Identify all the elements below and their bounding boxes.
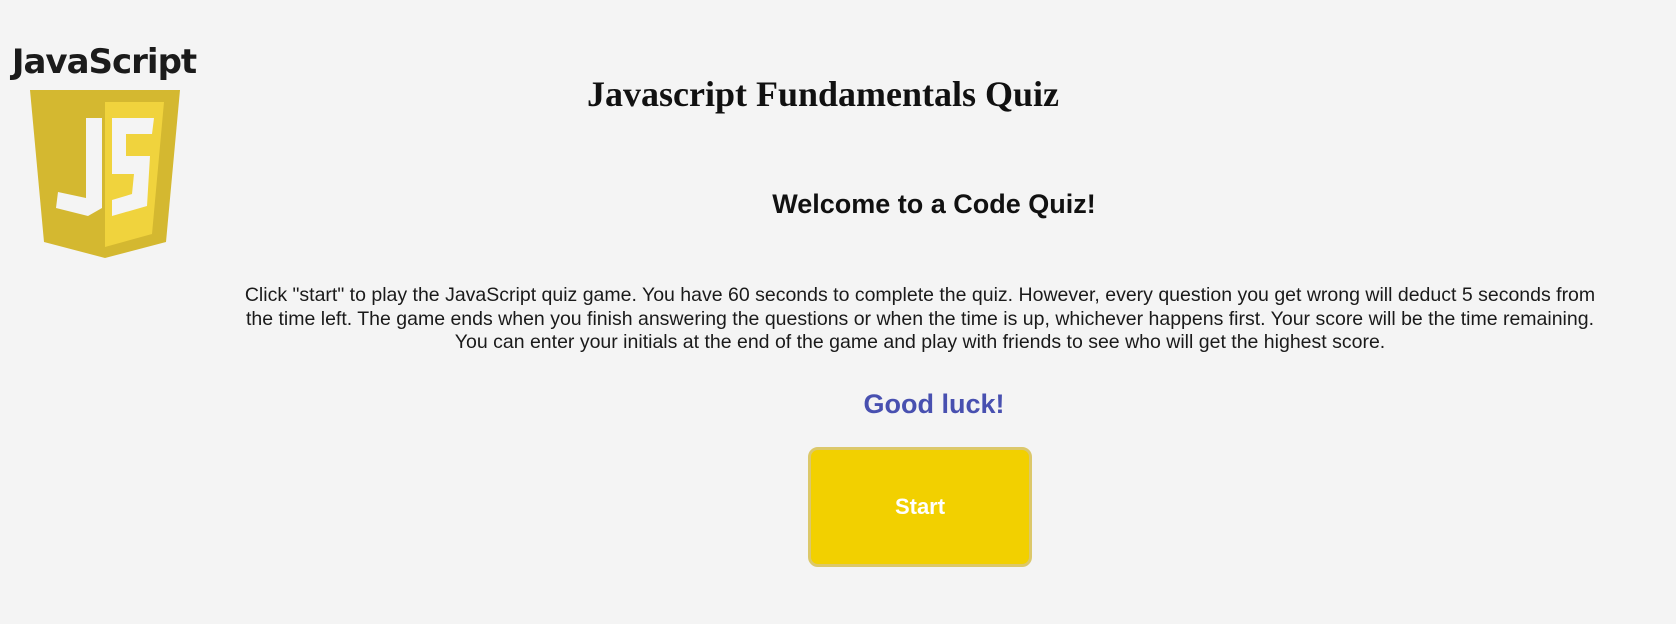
page-title: Javascript Fundamentals Quiz: [586, 74, 1060, 114]
welcome-heading: Welcome to a Code Quiz!: [772, 189, 1096, 219]
quiz-instructions: Click "start" to play the JavaScript qui…: [244, 284, 1596, 353]
start-button[interactable]: Start: [808, 447, 1032, 567]
good-luck-message: Good luck!: [863, 389, 1005, 419]
